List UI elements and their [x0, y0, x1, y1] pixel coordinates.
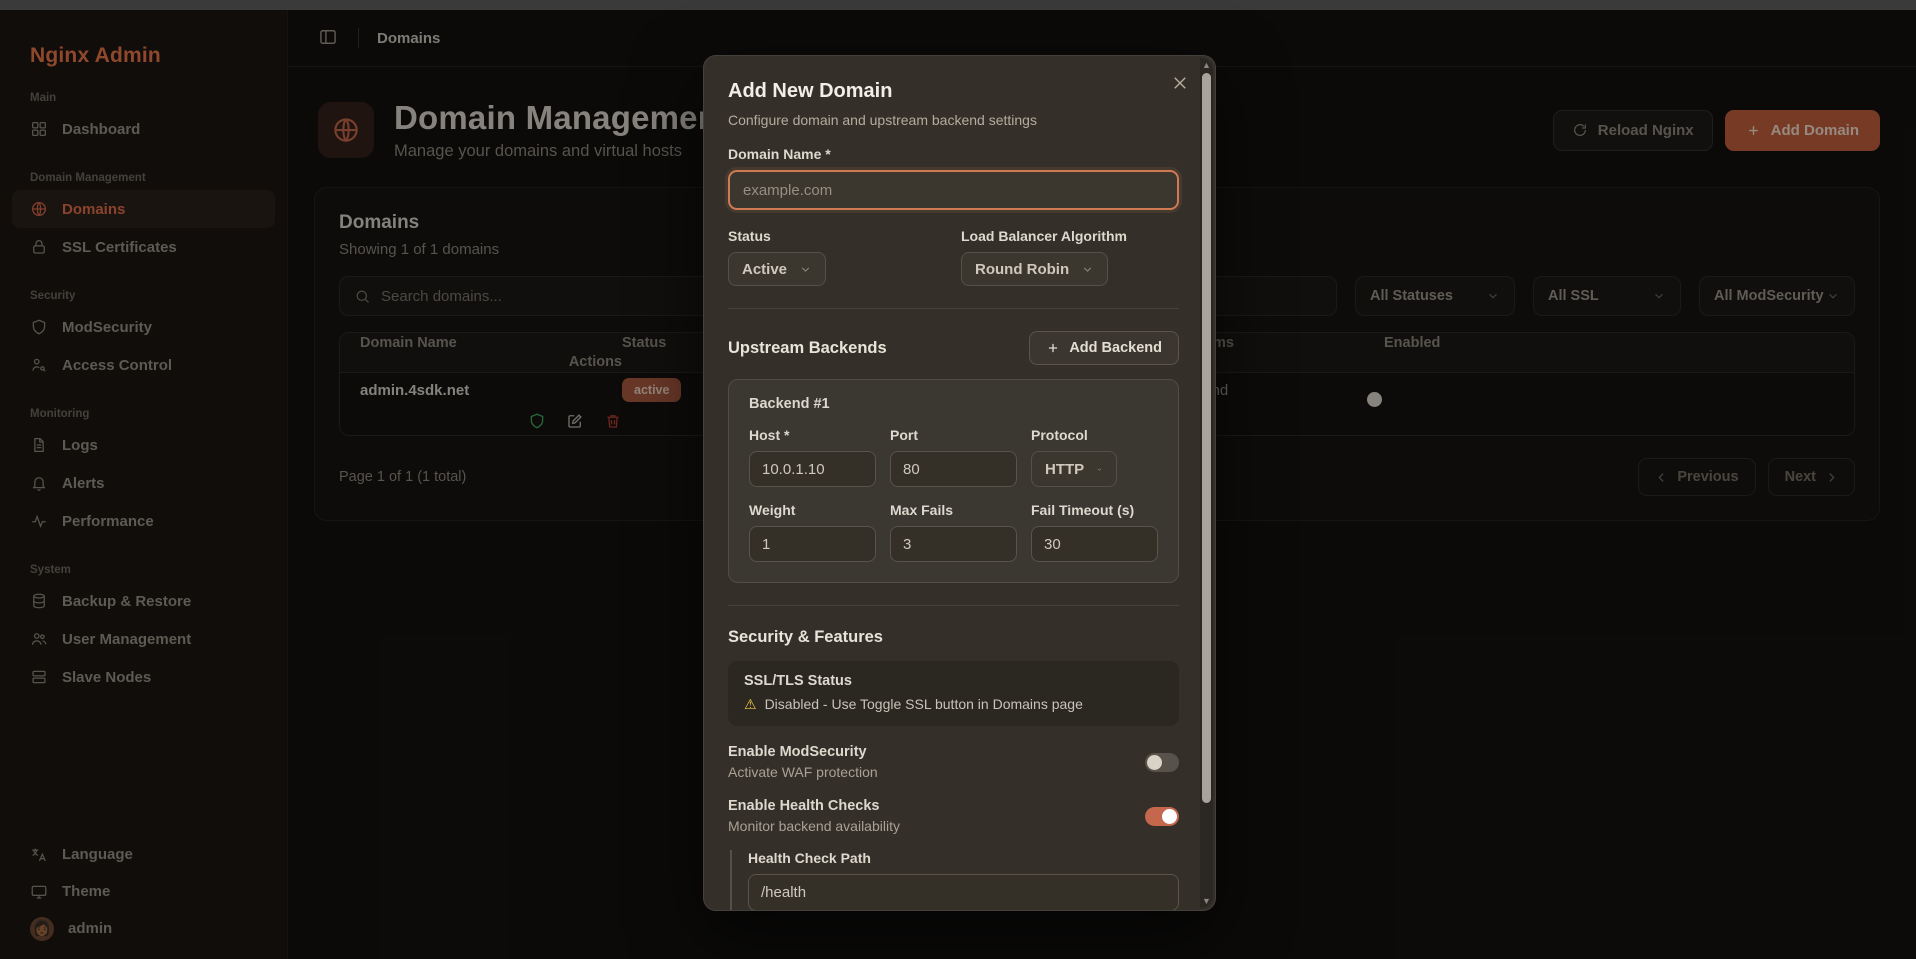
max-fails-input[interactable]	[890, 526, 1017, 562]
ssl-status-message-row: ⚠ Disabled - Use Toggle SSL button in Do…	[744, 696, 1163, 712]
fail-timeout-label: Fail Timeout (s)	[1031, 502, 1135, 518]
modsecurity-title: Enable ModSecurity	[728, 744, 867, 760]
ssl-status-box: SSL/TLS Status ⚠ Disabled - Use Toggle S…	[728, 661, 1179, 726]
section-divider	[728, 308, 1179, 309]
modal-scrollbar[interactable]: ▲ ▼	[1200, 58, 1213, 908]
modsecurity-subtitle: Activate WAF protection	[728, 764, 878, 780]
chevron-down-icon	[1084, 266, 1092, 272]
status-label: Status	[728, 228, 771, 244]
health-checks-title: Enable Health Checks	[728, 798, 880, 814]
status-field: Status Active	[728, 228, 961, 286]
health-checks-toggle-row: Enable Health Checks Monitor backend ava…	[728, 798, 1179, 834]
toggle-knob	[1162, 808, 1177, 824]
protocol-label: Protocol	[1031, 427, 1088, 443]
port-input[interactable]	[890, 451, 1017, 487]
protocol-value: HTTP	[1045, 460, 1085, 478]
modal-title: Add New Domain	[728, 80, 893, 102]
protocol-field: Protocol HTTP	[1031, 412, 1158, 487]
app-root: Nginx Admin Main Dashboard Domain Manage…	[0, 0, 1916, 959]
chevron-down-icon	[1097, 467, 1102, 471]
weight-field: Weight	[749, 487, 876, 562]
port-label: Port	[890, 427, 918, 443]
domain-name-input[interactable]	[728, 170, 1179, 210]
close-modal-button[interactable]	[1171, 74, 1191, 94]
fail-timeout-field: Fail Timeout (s)	[1031, 487, 1158, 562]
modsecurity-toggle[interactable]	[1145, 752, 1179, 772]
modsecurity-texts: Enable ModSecurity Activate WAF protecti…	[728, 744, 878, 780]
security-heading: Security & Features	[728, 628, 883, 646]
backend-grid-row2: Weight Max Fails Fail Timeout (s)	[749, 487, 1158, 562]
backends-heading: Upstream Backends	[728, 338, 887, 357]
backend-grid-row1: Host * Port Protocol HTTP	[749, 412, 1158, 487]
max-fails-label: Max Fails	[890, 502, 954, 518]
ssl-status-title: SSL/TLS Status	[744, 673, 852, 689]
health-checks-toggle[interactable]	[1145, 806, 1179, 826]
port-field: Port	[890, 412, 1017, 487]
health-checks-texts: Enable Health Checks Monitor backend ava…	[728, 798, 900, 834]
ssl-status-message: Disabled - Use Toggle SSL button in Doma…	[764, 696, 1083, 712]
backends-header: Upstream Backends Add Backend	[728, 331, 1179, 365]
algorithm-value: Round Robin	[975, 260, 1070, 278]
status-value: Active	[742, 260, 788, 278]
health-path-input[interactable]	[748, 874, 1179, 910]
health-checks-subtitle: Monitor backend availability	[728, 818, 900, 834]
window-top-strip	[0, 0, 1916, 10]
scroll-down-arrow[interactable]: ▼	[1200, 896, 1213, 906]
backend-title: Backend #1	[749, 396, 830, 412]
algorithm-select[interactable]: Round Robin	[961, 252, 1109, 286]
close-icon	[1174, 77, 1186, 89]
add-backend-button[interactable]: Add Backend	[1029, 331, 1179, 365]
weight-input[interactable]	[749, 526, 876, 562]
add-domain-modal: Add New Domain Configure domain and upst…	[703, 55, 1216, 911]
add-backend-label: Add Backend	[1069, 340, 1162, 356]
host-input[interactable]	[749, 451, 876, 487]
section-divider	[728, 605, 1179, 606]
scroll-up-arrow[interactable]: ▲	[1200, 60, 1213, 70]
host-label: Host *	[749, 427, 790, 443]
plus-icon	[1049, 343, 1058, 353]
host-field: Host *	[749, 412, 876, 487]
weight-label: Weight	[749, 502, 796, 518]
modal-subtitle: Configure domain and upstream backend se…	[728, 112, 1037, 128]
health-check-settings: Health Check Path Interval (seconds) Tim…	[730, 850, 1179, 910]
chevron-down-icon	[801, 266, 810, 272]
backend-card: Backend #1 Host * Port Protocol HTTP	[728, 379, 1179, 583]
fail-timeout-input[interactable]	[1031, 526, 1158, 562]
warning-icon: ⚠	[744, 696, 757, 712]
max-fails-field: Max Fails	[890, 487, 1017, 562]
status-select[interactable]: Active	[728, 252, 827, 286]
algorithm-label: Load Balancer Algorithm	[961, 228, 1127, 244]
toggle-knob	[1147, 754, 1162, 770]
status-algorithm-row: Status Active Load Balancer Algorithm Ro…	[728, 228, 1179, 286]
health-path-label: Health Check Path	[748, 850, 871, 866]
scrollbar-thumb[interactable]	[1202, 73, 1211, 803]
algorithm-field: Load Balancer Algorithm Round Robin	[961, 228, 1179, 286]
domain-name-label: Domain Name *	[728, 146, 831, 162]
protocol-select[interactable]: HTTP	[1031, 451, 1117, 487]
modsecurity-toggle-row: Enable ModSecurity Activate WAF protecti…	[728, 744, 1179, 780]
